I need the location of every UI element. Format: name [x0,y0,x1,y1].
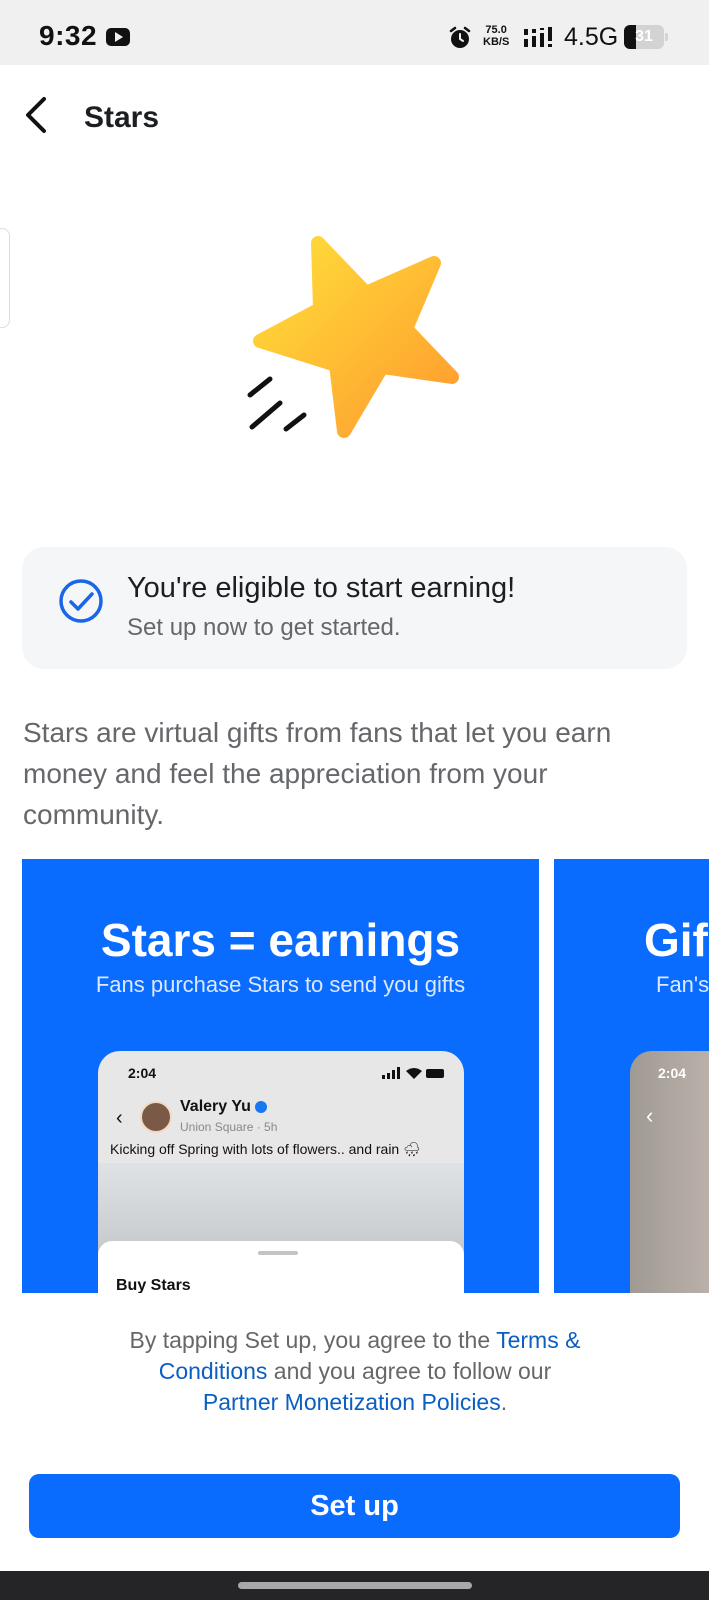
status-bar: 9:32 75.0 KB/S 4.5G 31 [0,0,709,65]
user-name: Valery Yu [180,1098,251,1115]
phone-back-icon: ‹ [646,1103,654,1128]
slide-subtitle: Fans purchase Stars to send you gifts [95,972,466,997]
phone-time: 2:04 [128,1065,157,1081]
phone-mockup: 2:04 ‹ [630,1051,709,1293]
verified-icon [254,1100,267,1113]
phone-user-name: Valery Yu [180,1098,267,1116]
system-nav-bar [0,1571,709,1600]
legal-text: By tapping Set up, you agree to the Term… [120,1325,590,1418]
carousel-slide[interactable]: Stars = earnings Fans purchase Stars to … [22,859,539,1293]
phone-status-icons [382,1067,444,1079]
youtube-icon [106,28,130,46]
avatar [140,1101,172,1133]
slide-title: Stars = earnings [100,914,461,966]
check-circle-icon [59,579,103,623]
phone-location: Union Square · 5h [180,1120,278,1134]
signal-icon [524,27,552,47]
stars-description: Stars are virtual gifts from fans that l… [23,717,612,830]
alarm-icon [449,26,471,48]
eligibility-title: You're eligible to start earning! [127,572,516,604]
eligibility-card: You're eligible to start earning! Set up… [22,547,687,669]
policies-link[interactable]: Partner Monetization Policies [203,1389,501,1415]
battery-icon: 31 [624,25,668,49]
legal-suffix: . [500,1389,508,1415]
buy-stars-sheet: Buy Stars [98,1241,464,1293]
sheet-handle [258,1251,298,1255]
back-button[interactable] [18,93,58,137]
slide-subtitle: Fan's [656,972,709,997]
network-type: 4.5G [564,23,619,51]
carousel-slide[interactable]: Gif Fan's 2:04 ‹ [554,859,709,1293]
legal-middle: and you agree to follow our [273,1358,552,1384]
star-icon [247,236,459,438]
phone-mockup: 2:04 ‹ Valery Yu Union Square · 5h Kicki… [98,1051,464,1293]
setup-button[interactable]: Set up [29,1474,680,1538]
phone-back-icon: ‹ [116,1107,123,1129]
eligibility-subtitle: Set up now to get started. [127,614,401,641]
motion-lines [247,376,307,432]
page-title: Stars [84,101,160,134]
status-time: 9:32 [39,20,98,51]
legal-prefix: By tapping Set up, you agree to the [129,1327,491,1353]
feature-carousel[interactable]: Stars = earnings Fans purchase Stars to … [0,859,709,1293]
network-speed-value: 75.0 [485,24,507,36]
network-speed: 75.0 KB/S [483,24,509,48]
battery-level: 31 [635,28,653,45]
network-speed-unit: KB/S [483,36,510,48]
header: Stars [0,65,709,170]
chevron-left-icon [26,97,46,133]
phone-time: 2:04 [658,1065,687,1081]
home-indicator[interactable] [238,1582,472,1589]
sheet-label: Buy Stars [116,1277,191,1293]
edge-handle[interactable] [0,228,10,328]
slide-title: Gif [644,914,708,966]
phone-caption: Kicking off Spring with lots of flowers.… [110,1141,421,1157]
